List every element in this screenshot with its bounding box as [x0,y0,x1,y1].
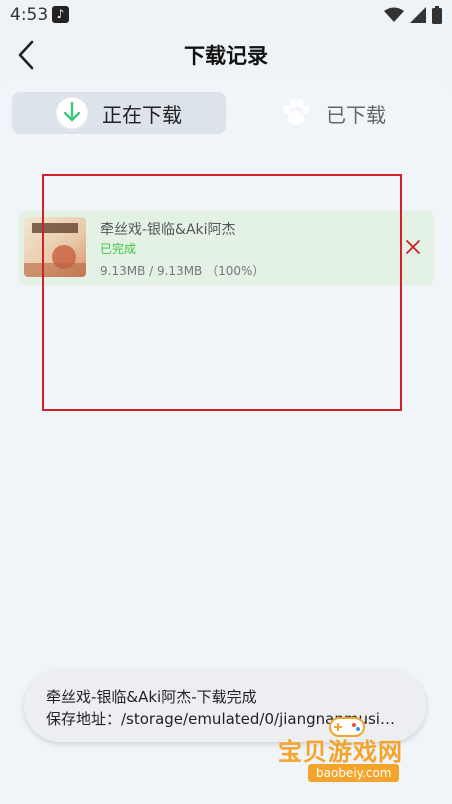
cellular-signal-icon [410,7,426,23]
tab-downloading-label: 正在下载 [102,102,182,127]
watermark-domain: baobeiy.com [308,764,400,782]
tab-downloaded-label: 已下载 [326,102,386,127]
wifi-icon [384,7,404,22]
watermark-text: 宝贝游戏网 [278,738,403,766]
highlight-box [42,174,402,411]
battery-icon [432,6,442,24]
system-icons [384,6,442,24]
page-title: 下载记录 [184,44,268,68]
delete-button[interactable] [404,238,422,256]
tab-downloaded[interactable]: 已下载 [236,92,440,134]
tab-downloading[interactable]: 正在下载 [12,92,226,134]
tiktok-icon: ♪ [52,6,69,23]
status-bar: 4:53 ♪ [0,0,452,30]
paw-icon [278,95,314,131]
header: 下载记录 [0,30,452,78]
toast-message: 牵丝戏-银临&Aki阿杰-下载完成 [46,688,257,706]
close-icon [406,240,420,254]
watermark-logo: 宝贝游戏网 baobeiy.com [270,712,448,798]
download-arrow-icon [54,95,90,131]
status-time: 4:53 [10,5,49,25]
